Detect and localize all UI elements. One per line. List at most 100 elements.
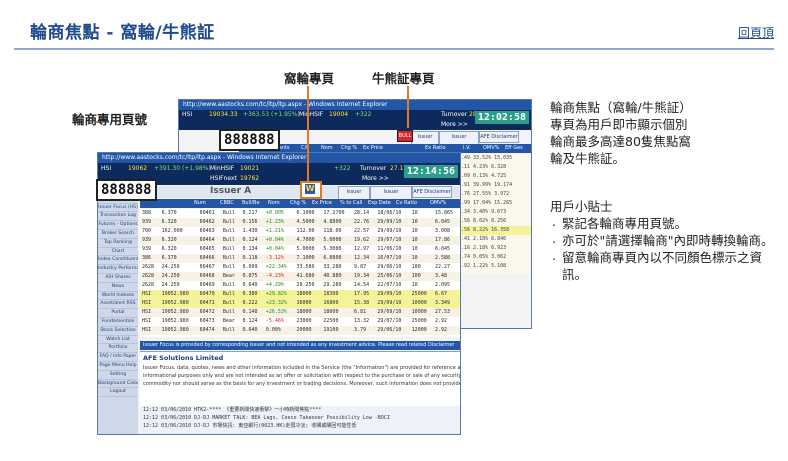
nav-item[interactable]: Broker Search — [98, 230, 138, 239]
table-row[interactable]: 939 6.320 60462 Bull 0.156 +1.23% 4.5000 4.8800… — [140, 218, 460, 227]
table-cell: 3.008 — [434, 228, 451, 234]
table-row[interactable]: 939 6.320 60464 Bull 0.124 +0.04% 4.7000 5.0000… — [140, 236, 460, 245]
table-cell: 27.53 — [432, 308, 460, 317]
table-cell: 162.000 — [161, 228, 183, 234]
description-line: 專頁為用戶即市顯示個別 — [550, 117, 688, 132]
disclaimer-line: commodity nor should serve as the basis … — [143, 381, 460, 387]
nav-item[interactable]: Chart — [98, 248, 138, 257]
nav-item[interactable]: Industry Performance — [98, 265, 138, 274]
nav-item[interactable]: Page Menu Help — [98, 362, 138, 371]
news-line[interactable]: 12:12 03/06/2010 DJ-DJ MARKET TALK: BEA … — [140, 414, 460, 422]
page-header: 輪商焦點 - 窩輪/牛熊証 回頁頂 — [0, 0, 788, 50]
table-cell: 6.045 — [434, 246, 451, 252]
table-cell: 19052.980 — [161, 318, 189, 324]
nav-item[interactable]: Futures - Options — [98, 221, 138, 230]
back-window-grid-strip: 2.49 33.52% 15.035 3.11 4.23% 6.328 3.09 0… — [455, 154, 531, 274]
table-cell: Bull — [222, 246, 235, 252]
nav-item[interactable]: World Indexes — [98, 292, 138, 301]
connector-issuer-number — [96, 121, 98, 123]
nav-item[interactable]: Transaction Log — [98, 212, 138, 222]
nav-item[interactable]: Issuer Focus (HS) — [98, 204, 138, 213]
tab-afe-disclaimer[interactable]: AFE Disclaimer — [412, 186, 452, 198]
front-window-clock: 12:14:56 — [403, 165, 458, 178]
news-line[interactable]: 12:12 03/06/2010 HTK2-**** 《重要新聞快速衝擊》一小時… — [140, 406, 460, 414]
nav-item[interactable]: News — [98, 283, 138, 292]
back-window-bull-button[interactable]: BULL — [397, 130, 413, 142]
description-line: 輪商最多高達80隻焦點窩 — [550, 134, 691, 149]
table-cell: 386 — [140, 254, 160, 263]
nav-item[interactable]: Logout — [98, 388, 138, 398]
nav-item[interactable]: Watch List — [98, 336, 138, 345]
table-row[interactable]: 700 162.000 60463 Bull 1.430 +1.21% 112.00 118.… — [140, 227, 460, 236]
table-cell: 16800 — [321, 299, 353, 308]
table-cell: 9.87 — [354, 264, 367, 270]
table-row[interactable]: HSI 19052.980 60472 Bull 0.148 +26.53% 18000 18… — [140, 308, 460, 317]
description-line: 輪及牛熊証。 — [550, 151, 626, 166]
table-cell: 17.86 — [432, 236, 460, 245]
table-cell: Bull — [220, 308, 241, 317]
table-row[interactable]: 2628 24.250 60469 Bull 0.640 +4.29% 28.250 29.2… — [140, 281, 460, 290]
table-cell: +0.04% — [263, 236, 295, 245]
table-cell: 14.54 — [354, 282, 370, 288]
warrant-icon-box[interactable]: W — [300, 181, 322, 199]
table-cell: 29/09/10 — [375, 299, 410, 308]
nav-item[interactable]: Portfolio — [98, 344, 138, 354]
nav-item[interactable]: FAQ / Info Paper — [98, 353, 138, 362]
table-cell: 0.009 — [242, 264, 258, 270]
table-cell: 939 — [142, 246, 152, 252]
back-to-top-link[interactable]: 回頁頂 — [738, 24, 774, 41]
nav-item[interactable]: Asset/alert RSS — [98, 300, 138, 310]
table-cell: 29/07/10 — [377, 318, 402, 324]
table-row[interactable]: 2628 24.250 60468 Bear 0.075 -4.23% 41.680 40.8… — [140, 272, 460, 281]
table-cell: Bull — [220, 218, 241, 227]
news-line[interactable]: 12:12 03/06/2010 DJ-DJ 市場快訊: 東亞銀行(0023.H… — [140, 422, 460, 430]
table-cell: 6.370 — [161, 210, 177, 216]
back-window-titlebar: http://www.aastocks.com/tc/ltp/ltp.aspx … — [179, 100, 531, 110]
table-cell: 19.34 — [352, 272, 376, 281]
table-cell: 2.588 — [432, 254, 460, 263]
table-row[interactable]: 939 6.320 60465 Bull 0.134 +0.04% 5.0000 5.3000… — [140, 245, 460, 254]
nav-item[interactable]: Setting — [98, 371, 138, 380]
table-row[interactable]: 388 6.370 60461 Bull 0.217 +0.005 6.1000 17.270… — [140, 209, 460, 218]
table-cell: 5.0000 — [321, 236, 353, 245]
nav-item[interactable]: Stock Selection — [98, 327, 138, 336]
table-cell: 60463 — [199, 228, 215, 234]
table-row[interactable]: HSI 19052.980 60474 Bull 0.640 0.00% 20000 1910… — [140, 326, 460, 335]
table-cell: 4.5000 — [294, 218, 322, 227]
nav-item[interactable]: Background Colour — [98, 380, 138, 389]
table-cell: 7.1000 — [294, 254, 322, 263]
table-row[interactable]: 386 6.370 60466 Bull 0.118 -3.12% 7.1000 6.8800… — [140, 254, 460, 263]
table-cell: 23000 — [296, 318, 312, 324]
table-cell: 60466 — [197, 254, 221, 263]
news-ticker: 12:12 03/06/2010 HTK2-**** 《重要新聞快速衝擊》一小時… — [140, 406, 460, 434]
table-cell: 0.148 — [240, 308, 264, 317]
table-cell: 6.045 — [432, 218, 460, 227]
nav-item[interactable]: Fundamentals — [98, 318, 138, 327]
nav-item[interactable]: Portal — [98, 309, 138, 318]
table-row[interactable]: 2628 24.250 60467 Bull 0.009 +22.34% 33.580 33.… — [140, 263, 460, 272]
table-cell: 29/06/10 — [375, 326, 410, 335]
nav-item[interactable]: Index Constituents — [98, 256, 138, 266]
disclaimer-title: AFE Solutions Limited — [143, 354, 224, 362]
table-cell: 3.48 — [432, 272, 460, 281]
tips-heading: 用戶小貼士 — [550, 199, 613, 214]
table-cell: 60467 — [199, 264, 215, 270]
table-row[interactable]: HSI 19052.980 60473 Bear 0.124 -5.46% 23000 225… — [140, 317, 460, 326]
table-cell: +1.23% — [263, 218, 295, 227]
table-cell: 6.370 — [159, 254, 198, 263]
table-row[interactable]: HSI 19052.980 60471 Bull 0.222 +23.32% 16000 16… — [140, 299, 460, 308]
table-cell: 22.57 — [354, 228, 370, 234]
disclaimer-panel: AFE Solutions Limited Issuer Focus, data… — [140, 351, 460, 406]
table-cell: 15.865 — [434, 210, 454, 216]
table-cell: 16/07/10 — [375, 254, 410, 263]
tab-afe-disclaimer[interactable]: AFE Disclaimer — [479, 131, 519, 143]
table-cell: 29/09/10 — [375, 290, 410, 299]
nav-item[interactable]: A/H Shares — [98, 274, 138, 283]
nav-item[interactable]: Top Ranking — [98, 239, 138, 248]
table-cell: 24.250 — [161, 282, 180, 288]
table-row[interactable]: HSI 19052.980 60470 Bull 0.380 +29.82% 18000 18… — [140, 290, 460, 299]
table-cell: Bull — [220, 326, 241, 335]
table-cell: HSI — [140, 326, 160, 335]
table-cell: Bull — [220, 236, 241, 245]
table-cell: 25000 — [411, 318, 427, 324]
